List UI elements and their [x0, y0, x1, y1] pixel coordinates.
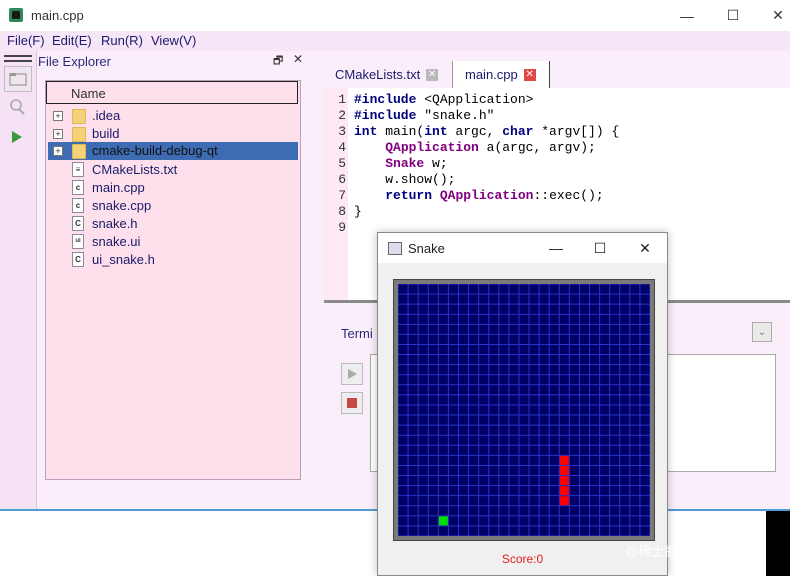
window-title: main.cpp: [31, 8, 84, 23]
tree-item-snake-h[interactable]: C snake.h: [48, 215, 298, 233]
snake-segment: [559, 455, 569, 465]
tab-close-icon[interactable]: ✕: [523, 68, 536, 81]
maximize-button[interactable]: ☐: [710, 0, 756, 31]
close-button[interactable]: ✕: [755, 0, 790, 31]
tree-item-idea[interactable]: + .idea: [48, 107, 298, 125]
menu-edit[interactable]: Edit(E): [52, 33, 92, 48]
terminal-stop-button[interactable]: [341, 392, 363, 414]
tree-item-label: snake.cpp: [92, 198, 152, 213]
menu-view[interactable]: View(V): [151, 33, 196, 48]
tab-close-icon[interactable]: ✕: [426, 68, 439, 81]
code-line-1: #include <QApplication>: [354, 92, 534, 107]
line-number: 7: [338, 188, 346, 203]
line-number: 2: [338, 108, 346, 123]
menu-run[interactable]: Run(R): [101, 33, 143, 48]
code-line-8: }: [354, 204, 362, 219]
menu-file[interactable]: File(F): [7, 33, 45, 48]
window-app-icon: [388, 242, 402, 255]
snake-game-window: Snake — ☐ ✕ Score:0: [377, 232, 668, 576]
expand-icon[interactable]: +: [53, 129, 63, 139]
tree-item-label: snake.h: [92, 216, 138, 231]
tree-item-cmakelists[interactable]: ≡ CMakeLists.txt: [48, 161, 298, 179]
terminal-run-button[interactable]: [341, 363, 363, 385]
line-number: 5: [338, 156, 346, 171]
food-pellet: [438, 516, 448, 526]
close-panel-icon[interactable]: ✕: [293, 52, 303, 66]
tree-item-snake-cpp[interactable]: c snake.cpp: [48, 197, 298, 215]
tree-item-build[interactable]: + build: [48, 125, 298, 143]
code-line-3: int main(int argc, char *argv[]) {: [354, 124, 620, 139]
tree-item-label: .idea: [92, 108, 121, 123]
expand-icon[interactable]: +: [53, 111, 63, 121]
tab-cmakelists[interactable]: CMakeLists.txt ✕: [335, 61, 451, 88]
run-icon[interactable]: [4, 125, 30, 149]
tab-main-cpp[interactable]: main.cpp ✕: [452, 61, 550, 88]
line-number: 8: [338, 204, 346, 219]
cpp-file-icon: c: [72, 198, 84, 213]
tree-item-cmake-build-debug-qt[interactable]: + cmake-build-debug-qt: [48, 142, 298, 160]
text-file-icon: ≡: [72, 162, 84, 177]
tree-item-label: snake.ui: [92, 234, 141, 249]
header-file-icon: C: [72, 216, 84, 231]
cpp-file-icon: c: [72, 180, 84, 195]
snake-close-button[interactable]: ✕: [623, 233, 667, 263]
line-number: 1: [338, 92, 346, 107]
minimize-button[interactable]: —: [664, 0, 710, 31]
explorer-icon[interactable]: [4, 66, 32, 92]
ui-file-icon: ui: [72, 234, 84, 249]
activity-bar: [0, 51, 37, 509]
tree-item-snake-ui[interactable]: ui snake.ui: [48, 233, 298, 251]
tab-label: main.cpp: [465, 67, 518, 82]
score-label: Score:0: [501, 552, 544, 566]
float-panel-icon[interactable]: 🗗: [273, 52, 283, 71]
snake-window-title: Snake: [408, 241, 445, 256]
header-file-icon: C: [72, 252, 84, 267]
code-line-5: Snake w;: [385, 156, 448, 171]
snake-title-bar: Snake — ☐ ✕: [378, 233, 667, 263]
tree-item-label: ui_snake.h: [92, 252, 155, 267]
line-number: 3: [338, 124, 346, 139]
tree-item-label: main.cpp: [92, 180, 145, 195]
line-number: 9: [338, 220, 346, 235]
column-header-name[interactable]: Name: [46, 81, 298, 104]
tab-label: CMakeLists.txt: [335, 67, 421, 82]
code-line-2: #include "snake.h": [354, 108, 495, 123]
column-header-label: Name: [71, 86, 106, 101]
terminal-title: Termi: [341, 326, 373, 341]
terminal-dropdown[interactable]: ⌄: [752, 322, 772, 342]
toolbar-grip: [4, 55, 32, 57]
snake-segment: [559, 476, 569, 486]
search-icon[interactable]: [4, 95, 30, 119]
snake-maximize-button[interactable]: ☐: [578, 233, 622, 263]
board-background: [398, 284, 650, 536]
folder-icon: [72, 144, 86, 159]
code-line-4: QApplication a(argc, argv);: [385, 140, 596, 155]
snake-segment: [559, 496, 569, 506]
code-line-7: return QApplication::exec();: [385, 188, 604, 203]
folder-icon: [72, 127, 86, 142]
watermark-text: @稀土掘金技术社区: [625, 544, 743, 559]
menu-bar: File(F) Edit(E) Run(R) View(V): [0, 31, 790, 51]
title-bar: main.cpp — ☐ ✕: [0, 0, 790, 31]
snake-segment: [559, 486, 569, 496]
snake-minimize-button[interactable]: —: [534, 233, 578, 263]
line-number: 4: [338, 140, 346, 155]
game-board[interactable]: [398, 284, 650, 536]
qt-app-icon: [9, 8, 23, 22]
tree-item-ui-snake-h[interactable]: C ui_snake.h: [48, 251, 298, 269]
line-number: 6: [338, 172, 346, 187]
tree-item-label: CMakeLists.txt: [92, 162, 178, 177]
tree-item-label: cmake-build-debug-qt: [92, 143, 218, 158]
toolbar-grip-2: [4, 60, 32, 62]
snake-segment: [559, 465, 569, 476]
editor-tab-strip: CMakeLists.txt ✕ main.cpp ✕: [325, 61, 790, 88]
file-explorer-title: File Explorer: [38, 54, 111, 69]
tree-item-main-cpp[interactable]: c main.cpp: [48, 179, 298, 197]
tree-item-label: build: [92, 126, 120, 141]
background-region: [766, 511, 790, 576]
folder-icon: [72, 109, 86, 124]
expand-icon[interactable]: +: [53, 146, 63, 156]
code-line-6: w.show();: [354, 172, 456, 187]
